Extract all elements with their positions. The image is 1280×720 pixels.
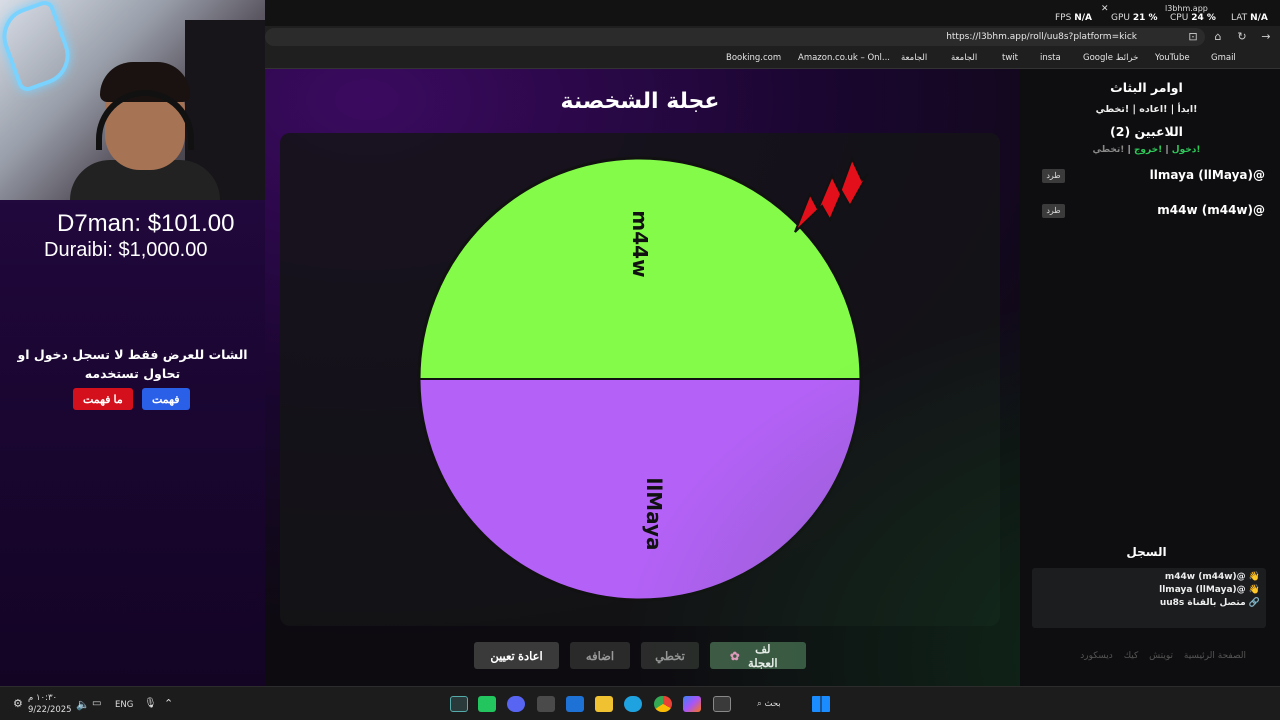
skip-button[interactable]: تخطي	[641, 642, 699, 669]
player-row: llmaya (llMaya)@ طرد	[1020, 168, 1273, 186]
cpu-label: CPU	[1170, 13, 1189, 23]
edge-icon[interactable]	[624, 696, 642, 712]
log-entry: 👋 @m44w (m44w)	[1164, 572, 1260, 582]
task-view-icon[interactable]	[713, 696, 731, 712]
store-icon[interactable]	[537, 696, 555, 712]
network-icon[interactable]: ▭	[92, 698, 101, 709]
kick-button[interactable]: طرد	[1042, 204, 1065, 218]
commands-title: اوامر البثاث	[1110, 80, 1183, 95]
log-entry: 👋 @llmaya (llMaya)	[1159, 585, 1260, 595]
chat-warning: الشات للعرض فقط لا تسجل دخول او تحاول تس…	[17, 347, 248, 381]
stream-overlay: D7man: $101.00 Duraibi: $1,000.00 الشات …	[0, 0, 265, 686]
windows-start-icon[interactable]	[812, 696, 830, 712]
copilot-icon[interactable]	[683, 696, 701, 712]
folder-icon[interactable]	[595, 696, 613, 712]
bookmark-university-2[interactable]: الجامعة	[901, 53, 927, 63]
footer-link-discord[interactable]: ديسكورد	[1080, 651, 1113, 661]
players-title: اللاعبين (2)	[1110, 124, 1183, 139]
home-icon[interactable]: ⌂	[1210, 26, 1226, 48]
bookmark-university[interactable]: الجامعة	[951, 53, 977, 63]
bookmark-booking[interactable]: Booking.com	[726, 53, 781, 63]
footer-links: الصفحة الرئيسية تويتش كيك ديسكورد	[1056, 651, 1246, 661]
fps-label: FPS	[1055, 13, 1072, 23]
settings-icon[interactable]: ⚙	[13, 697, 23, 710]
microphone-icon[interactable]: 🎙	[144, 698, 157, 709]
bookmark-gmail[interactable]: Gmail	[1211, 53, 1236, 63]
flower-icon: ✿	[730, 650, 740, 663]
language-indicator[interactable]: ENG	[115, 700, 133, 710]
cpu-value: 24 %	[1191, 13, 1216, 23]
add-button[interactable]: اضافه	[570, 642, 630, 669]
gpu-label: GPU	[1111, 13, 1130, 23]
address-bar-row: https://l3bhm.app/roll/uu8s?platform=kic…	[265, 26, 1280, 48]
bookmark-insta[interactable]: insta	[1040, 53, 1061, 63]
address-bar[interactable]: https://l3bhm.app/roll/uu8s?platform=kic…	[265, 28, 1205, 46]
taskbar-search[interactable]: ⌕ بحث	[757, 699, 781, 709]
xbox-icon[interactable]	[450, 696, 468, 712]
footer-link-kick[interactable]: كيك	[1124, 651, 1139, 661]
gpu-value: 21 %	[1132, 13, 1158, 23]
kick-button[interactable]: طرد	[1042, 169, 1065, 183]
performance-overlay: FPS N/A ✕ GPU 21 % CPU 24 % LAT N/A l3bh…	[265, 0, 1280, 26]
footer-link-home[interactable]: الصفحة الرئيسية	[1184, 651, 1246, 661]
log-box: 👋 @m44w (m44w) 👋 @llmaya (llMaya) 🔗 متصل…	[1032, 568, 1266, 628]
bookmark-youtube[interactable]: YouTube	[1155, 53, 1190, 63]
fps-value: N/A	[1074, 13, 1092, 23]
log-entry: 🔗 متصل بالقناة uu8s	[1159, 598, 1260, 608]
player-name: llmaya (llMaya)@	[1149, 168, 1265, 182]
mail-icon[interactable]	[566, 696, 584, 712]
log-title: السجل	[1126, 545, 1167, 559]
bookmark-maps[interactable]: Google خرائط	[1083, 53, 1138, 63]
chrome-icon[interactable]	[654, 696, 672, 712]
lat-label: LAT	[1231, 13, 1248, 23]
taskbar: ⚙ ١٠:٣٠ م 9/22/2025 🔈 ▭ ENG 🎙 ⌃ ⌕ بحث	[0, 686, 1280, 720]
not-understood-button[interactable]: ما فهمت	[73, 388, 133, 410]
close-icon[interactable]: ✕	[1101, 4, 1109, 14]
speaker-icon[interactable]: 🔈	[76, 698, 90, 711]
search-icon: ⌕	[757, 699, 762, 709]
discord-icon[interactable]	[507, 696, 525, 712]
bookmark-amazon[interactable]: Amazon.co.uk – Onl...	[798, 53, 890, 63]
player-row: m44w (m44w)@ طرد	[1020, 203, 1273, 221]
lock-icon[interactable]: ⊡	[1185, 26, 1201, 48]
neon-sign	[0, 0, 78, 94]
player-name: m44w (m44w)@	[1157, 203, 1265, 217]
chevron-up-icon[interactable]: ⌃	[164, 697, 173, 710]
reset-button[interactable]: اعادة تعيين	[474, 642, 559, 669]
wheel-segment-llmaya	[417, 378, 863, 601]
bookmark-twit[interactable]: twit	[1002, 53, 1018, 63]
tab-title[interactable]: l3bhm.app	[1165, 4, 1208, 13]
clock-time[interactable]: ١٠:٣٠ م	[28, 693, 57, 703]
wheel-label-llmaya: llMaya	[642, 477, 666, 550]
spin-wheel-button[interactable]: ✿ لف العجلة	[710, 642, 806, 670]
app-icon[interactable]	[478, 696, 496, 712]
lat-value: N/A	[1250, 13, 1268, 23]
understood-button[interactable]: فهمت	[142, 388, 190, 410]
footer-link-twitch[interactable]: تويتش	[1149, 651, 1173, 661]
bookmarks-bar: Gmail YouTube Google خرائط insta twit ال…	[265, 48, 1280, 69]
clock-date[interactable]: 9/22/2025	[28, 705, 72, 715]
wheel-label-m44w: m44w	[628, 210, 652, 277]
donation-line: Duraibi: $1,000.00	[44, 239, 208, 261]
wheel-pointer-icon	[794, 156, 869, 233]
page-title: عجلة الشخصنة	[560, 89, 720, 114]
commands-list: !ابدأ | !اعاده | !تخطي	[1095, 104, 1198, 115]
player-commands: !دخول | !خروج | !تخطي	[1092, 145, 1201, 155]
sidebar: اوامر البثاث !ابدأ | !اعاده | !تخطي اللا…	[1020, 69, 1280, 686]
webcam-feed	[0, 0, 265, 200]
reload-icon[interactable]: ↻	[1234, 26, 1250, 48]
forward-icon[interactable]: →	[1258, 26, 1274, 48]
donation-line: D7man: $101.00	[57, 210, 235, 237]
